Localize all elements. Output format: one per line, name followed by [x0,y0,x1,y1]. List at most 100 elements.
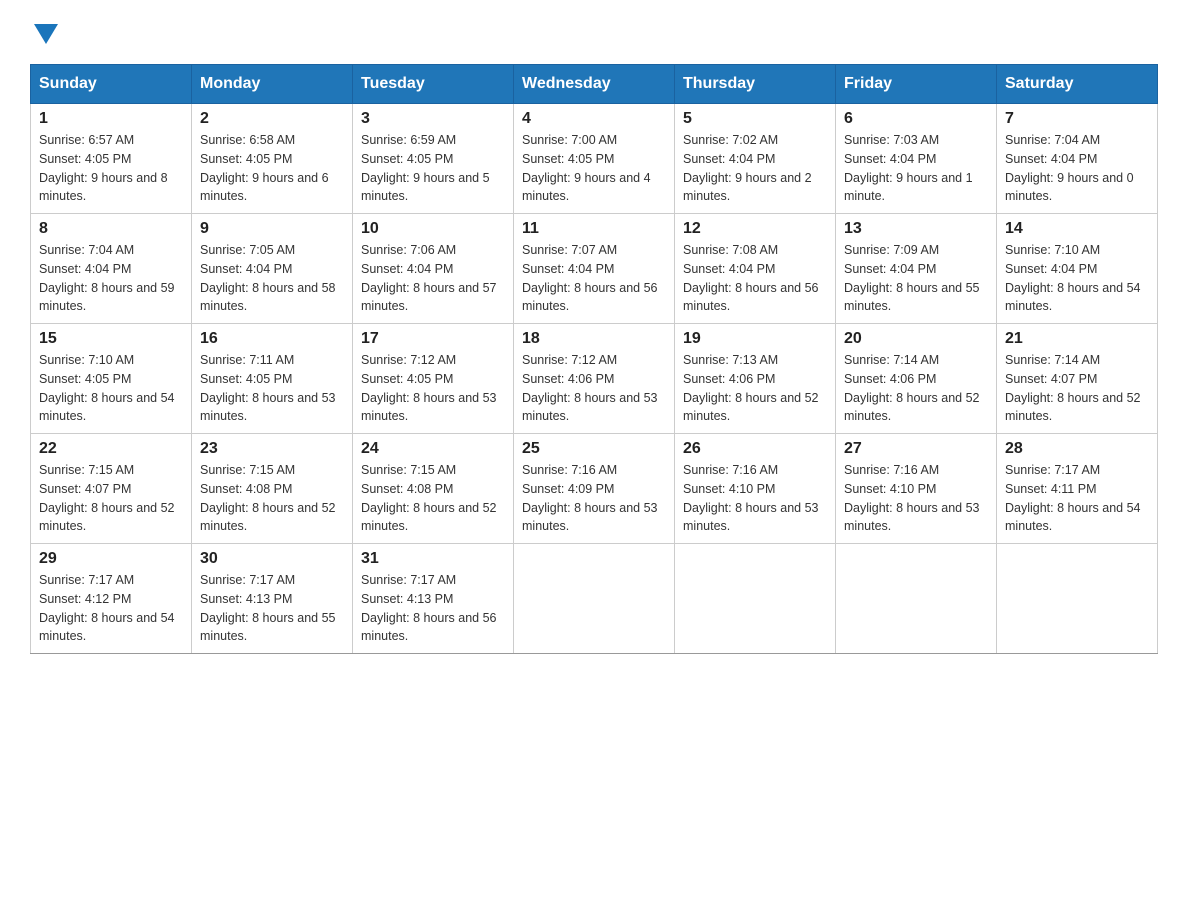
day-info: Sunrise: 7:12 AMSunset: 4:06 PMDaylight:… [522,351,666,426]
day-number: 23 [200,440,344,458]
calendar-cell: 4 Sunrise: 7:00 AMSunset: 4:05 PMDayligh… [514,104,675,214]
calendar-cell: 20 Sunrise: 7:14 AMSunset: 4:06 PMDaylig… [836,324,997,434]
day-number: 5 [683,110,827,128]
day-number: 8 [39,220,183,238]
day-number: 2 [200,110,344,128]
day-info: Sunrise: 7:15 AMSunset: 4:08 PMDaylight:… [361,461,505,536]
day-info: Sunrise: 7:07 AMSunset: 4:04 PMDaylight:… [522,241,666,316]
day-number: 26 [683,440,827,458]
day-number: 11 [522,220,666,238]
calendar-cell: 10 Sunrise: 7:06 AMSunset: 4:04 PMDaylig… [353,214,514,324]
day-info: Sunrise: 7:12 AMSunset: 4:05 PMDaylight:… [361,351,505,426]
day-info: Sunrise: 7:10 AMSunset: 4:04 PMDaylight:… [1005,241,1149,316]
weekday-header-sunday: Sunday [31,65,192,104]
day-number: 29 [39,550,183,568]
calendar-cell [997,544,1158,654]
day-info: Sunrise: 6:58 AMSunset: 4:05 PMDaylight:… [200,131,344,206]
day-number: 6 [844,110,988,128]
day-number: 21 [1005,330,1149,348]
calendar-week-row: 8 Sunrise: 7:04 AMSunset: 4:04 PMDayligh… [31,214,1158,324]
day-number: 9 [200,220,344,238]
day-info: Sunrise: 7:14 AMSunset: 4:06 PMDaylight:… [844,351,988,426]
day-number: 31 [361,550,505,568]
day-number: 25 [522,440,666,458]
calendar-cell: 9 Sunrise: 7:05 AMSunset: 4:04 PMDayligh… [192,214,353,324]
calendar-cell [836,544,997,654]
day-number: 7 [1005,110,1149,128]
calendar-cell: 5 Sunrise: 7:02 AMSunset: 4:04 PMDayligh… [675,104,836,214]
calendar-cell: 24 Sunrise: 7:15 AMSunset: 4:08 PMDaylig… [353,434,514,544]
day-info: Sunrise: 7:03 AMSunset: 4:04 PMDaylight:… [844,131,988,206]
day-number: 10 [361,220,505,238]
calendar-cell: 1 Sunrise: 6:57 AMSunset: 4:05 PMDayligh… [31,104,192,214]
day-number: 17 [361,330,505,348]
day-info: Sunrise: 7:17 AMSunset: 4:12 PMDaylight:… [39,571,183,646]
logo [30,20,58,44]
day-info: Sunrise: 7:16 AMSunset: 4:10 PMDaylight:… [844,461,988,536]
calendar-cell: 30 Sunrise: 7:17 AMSunset: 4:13 PMDaylig… [192,544,353,654]
day-info: Sunrise: 7:04 AMSunset: 4:04 PMDaylight:… [39,241,183,316]
day-info: Sunrise: 7:04 AMSunset: 4:04 PMDaylight:… [1005,131,1149,206]
calendar-week-row: 1 Sunrise: 6:57 AMSunset: 4:05 PMDayligh… [31,104,1158,214]
day-number: 22 [39,440,183,458]
calendar-cell: 14 Sunrise: 7:10 AMSunset: 4:04 PMDaylig… [997,214,1158,324]
calendar-table: SundayMondayTuesdayWednesdayThursdayFrid… [30,64,1158,654]
day-info: Sunrise: 7:11 AMSunset: 4:05 PMDaylight:… [200,351,344,426]
day-info: Sunrise: 7:08 AMSunset: 4:04 PMDaylight:… [683,241,827,316]
calendar-cell: 22 Sunrise: 7:15 AMSunset: 4:07 PMDaylig… [31,434,192,544]
calendar-cell: 8 Sunrise: 7:04 AMSunset: 4:04 PMDayligh… [31,214,192,324]
calendar-cell: 17 Sunrise: 7:12 AMSunset: 4:05 PMDaylig… [353,324,514,434]
calendar-cell: 2 Sunrise: 6:58 AMSunset: 4:05 PMDayligh… [192,104,353,214]
weekday-header-saturday: Saturday [997,65,1158,104]
calendar-cell: 3 Sunrise: 6:59 AMSunset: 4:05 PMDayligh… [353,104,514,214]
calendar-cell: 27 Sunrise: 7:16 AMSunset: 4:10 PMDaylig… [836,434,997,544]
logo-triangle-icon [34,24,58,44]
day-number: 3 [361,110,505,128]
day-info: Sunrise: 7:14 AMSunset: 4:07 PMDaylight:… [1005,351,1149,426]
calendar-cell: 13 Sunrise: 7:09 AMSunset: 4:04 PMDaylig… [836,214,997,324]
day-info: Sunrise: 7:02 AMSunset: 4:04 PMDaylight:… [683,131,827,206]
calendar-cell: 23 Sunrise: 7:15 AMSunset: 4:08 PMDaylig… [192,434,353,544]
day-info: Sunrise: 7:15 AMSunset: 4:07 PMDaylight:… [39,461,183,536]
day-number: 13 [844,220,988,238]
day-info: Sunrise: 7:00 AMSunset: 4:05 PMDaylight:… [522,131,666,206]
day-number: 28 [1005,440,1149,458]
weekday-header-row: SundayMondayTuesdayWednesdayThursdayFrid… [31,65,1158,104]
calendar-cell: 26 Sunrise: 7:16 AMSunset: 4:10 PMDaylig… [675,434,836,544]
day-info: Sunrise: 7:16 AMSunset: 4:09 PMDaylight:… [522,461,666,536]
calendar-cell: 25 Sunrise: 7:16 AMSunset: 4:09 PMDaylig… [514,434,675,544]
calendar-cell: 15 Sunrise: 7:10 AMSunset: 4:05 PMDaylig… [31,324,192,434]
calendar-cell: 29 Sunrise: 7:17 AMSunset: 4:12 PMDaylig… [31,544,192,654]
calendar-cell: 28 Sunrise: 7:17 AMSunset: 4:11 PMDaylig… [997,434,1158,544]
calendar-cell: 11 Sunrise: 7:07 AMSunset: 4:04 PMDaylig… [514,214,675,324]
day-number: 18 [522,330,666,348]
day-number: 24 [361,440,505,458]
day-info: Sunrise: 7:17 AMSunset: 4:11 PMDaylight:… [1005,461,1149,536]
day-number: 14 [1005,220,1149,238]
day-info: Sunrise: 6:57 AMSunset: 4:05 PMDaylight:… [39,131,183,206]
day-info: Sunrise: 6:59 AMSunset: 4:05 PMDaylight:… [361,131,505,206]
day-info: Sunrise: 7:17 AMSunset: 4:13 PMDaylight:… [200,571,344,646]
weekday-header-friday: Friday [836,65,997,104]
weekday-header-tuesday: Tuesday [353,65,514,104]
calendar-cell: 12 Sunrise: 7:08 AMSunset: 4:04 PMDaylig… [675,214,836,324]
calendar-cell: 6 Sunrise: 7:03 AMSunset: 4:04 PMDayligh… [836,104,997,214]
day-info: Sunrise: 7:16 AMSunset: 4:10 PMDaylight:… [683,461,827,536]
day-number: 4 [522,110,666,128]
day-info: Sunrise: 7:09 AMSunset: 4:04 PMDaylight:… [844,241,988,316]
calendar-week-row: 29 Sunrise: 7:17 AMSunset: 4:12 PMDaylig… [31,544,1158,654]
calendar-cell [675,544,836,654]
calendar-cell: 7 Sunrise: 7:04 AMSunset: 4:04 PMDayligh… [997,104,1158,214]
weekday-header-wednesday: Wednesday [514,65,675,104]
day-number: 12 [683,220,827,238]
calendar-cell: 21 Sunrise: 7:14 AMSunset: 4:07 PMDaylig… [997,324,1158,434]
page-header [30,20,1158,44]
day-number: 19 [683,330,827,348]
calendar-week-row: 15 Sunrise: 7:10 AMSunset: 4:05 PMDaylig… [31,324,1158,434]
day-number: 16 [200,330,344,348]
day-number: 20 [844,330,988,348]
weekday-header-monday: Monday [192,65,353,104]
day-info: Sunrise: 7:10 AMSunset: 4:05 PMDaylight:… [39,351,183,426]
calendar-week-row: 22 Sunrise: 7:15 AMSunset: 4:07 PMDaylig… [31,434,1158,544]
day-info: Sunrise: 7:05 AMSunset: 4:04 PMDaylight:… [200,241,344,316]
